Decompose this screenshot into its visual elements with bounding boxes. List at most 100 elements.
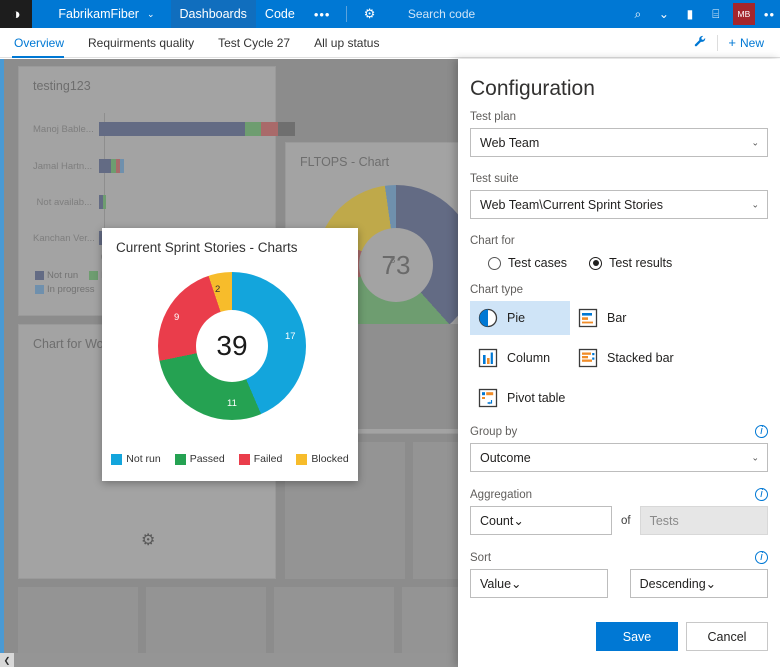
bar-row: Kanchan Ver... <box>33 231 105 245</box>
briefcase-icon[interactable]: ▮ <box>677 0 703 28</box>
feedback-icon[interactable]: ⌸ <box>703 0 729 28</box>
fltops-donut-hole: 73 <box>359 228 433 302</box>
gear-icon: ⚙ <box>141 530 155 550</box>
panel-title: Configuration <box>470 77 768 111</box>
donut-slice-label-not-run: 17 <box>285 331 296 342</box>
search-icon[interactable]: ⌕ <box>625 0 651 28</box>
legend-item-blocked[interactable]: Blocked <box>296 453 348 465</box>
info-icon[interactable]: i <box>755 551 768 564</box>
radio-test-results[interactable]: Test results <box>589 256 672 270</box>
bar-row: Not availab... <box>33 195 106 209</box>
bar-row-label: Manoj Bable... <box>33 124 99 135</box>
search-chevron-down-icon[interactable]: ⌄ <box>651 0 677 28</box>
chevron-down-icon: ⌄ <box>706 576 716 591</box>
test-plan-select[interactable]: Web Team ⌄ <box>470 128 768 157</box>
legend-swatch <box>296 454 307 465</box>
chart-type-stacked-bar[interactable]: Stacked bar <box>570 341 710 375</box>
legend-label: Passed <box>190 453 225 465</box>
chart-type-label: Chart type <box>470 284 768 296</box>
topnav-item-code[interactable]: Code <box>256 0 304 28</box>
legend-item: Not run <box>35 270 78 281</box>
plus-icon: + <box>728 35 740 50</box>
legend-item-not-run[interactable]: Not run <box>111 453 160 465</box>
bar-segment-failed <box>261 122 278 136</box>
dashboard-tile-empty[interactable] <box>18 587 138 653</box>
sort-label-row: Sort i <box>470 551 768 564</box>
organization-name[interactable]: FabrikamFiber <box>32 0 147 28</box>
fltops-center-value: 73 <box>382 250 411 281</box>
aggregation-row: Count ⌄ of Tests <box>470 506 768 535</box>
donut-slice-label-failed: 9 <box>174 312 179 323</box>
dashboard-tile-empty[interactable] <box>413 442 458 579</box>
group-by-select[interactable]: Outcome ⌄ <box>470 443 768 472</box>
info-icon[interactable]: i <box>755 488 768 501</box>
stacked-bar-icon <box>577 347 599 369</box>
tab-test-cycle-27[interactable]: Test Cycle 27 <box>206 28 302 58</box>
pie-icon <box>477 307 499 329</box>
aggregation-label-row: Aggregation i <box>470 488 768 501</box>
search-input[interactable] <box>406 0 625 28</box>
chart-type-pie[interactable]: Pie <box>470 301 570 335</box>
info-icon[interactable]: i <box>755 425 768 438</box>
radio-test-cases[interactable]: Test cases <box>488 256 567 270</box>
test-suite-label: Test suite <box>470 173 768 185</box>
topnav-item-dashboards[interactable]: Dashboards <box>171 0 256 28</box>
tab-all-up-status[interactable]: All up status <box>302 28 391 58</box>
horizontal-scrollbar[interactable]: ❮ <box>0 653 458 667</box>
scrollbar-thumb[interactable] <box>14 653 458 667</box>
cancel-button[interactable]: Cancel <box>686 622 768 651</box>
chevron-down-icon[interactable]: ⌄ <box>147 9 171 20</box>
sort-direction-value: Descending <box>640 577 706 591</box>
product-logo[interactable]: ◑ <box>0 0 32 28</box>
group-by-value: Outcome <box>480 451 531 465</box>
radio-label: Test results <box>609 256 672 270</box>
app-root: ◑ FabrikamFiber ⌄ Dashboards Code ••• ⚙ … <box>0 0 780 667</box>
dashboard-tab-bar: Overview Requirments quality Test Cycle … <box>0 28 780 58</box>
wrench-icon[interactable] <box>684 35 717 51</box>
scroll-left-icon[interactable]: ❮ <box>0 653 14 667</box>
avatar[interactable]: MB <box>733 3 755 25</box>
chart-type-options: Pie Bar <box>470 301 768 421</box>
test-suite-select[interactable]: Web Team\Current Sprint Stories ⌄ <box>470 190 768 219</box>
sort-direction-select[interactable]: Descending ⌄ <box>630 569 768 598</box>
new-button[interactable]: +New <box>718 35 772 50</box>
dashboard-tile-empty[interactable] <box>402 587 458 653</box>
bar-segment-in-progress <box>120 159 124 173</box>
canvas-left-rail <box>0 59 4 667</box>
gear-icon[interactable]: ⚙ <box>353 0 385 28</box>
donut-chart: 39 17 11 9 2 <box>102 228 358 481</box>
chart-type-label-text: Bar <box>607 311 626 325</box>
tab-requirements-quality[interactable]: Requirments quality <box>76 28 206 58</box>
chart-type-pivot-table[interactable]: Pivot table <box>470 381 610 415</box>
dashboard-tile-empty[interactable] <box>146 587 266 653</box>
sort-field-select[interactable]: Value ⌄ <box>470 569 608 598</box>
topnav-overflow-icon[interactable]: ••• <box>304 7 341 22</box>
sort-field-value: Value <box>480 577 511 591</box>
tab-overview[interactable]: Overview <box>0 28 76 58</box>
legend-swatch <box>239 454 250 465</box>
legend-item-passed[interactable]: Passed <box>175 453 225 465</box>
column-icon <box>477 347 499 369</box>
chart-type-column[interactable]: Column <box>470 341 570 375</box>
widget-testing123-title: testing123 <box>19 67 275 93</box>
legend-swatch <box>175 454 186 465</box>
aggregation-select[interactable]: Count ⌄ <box>470 506 612 535</box>
chart-type-label-text: Stacked bar <box>607 351 674 365</box>
legend-swatch <box>89 271 98 280</box>
chart-preview-popup: Current Sprint Stories - Charts 39 17 11… <box>102 228 358 481</box>
bar-row-label: Jamal Hartn... <box>33 161 99 172</box>
configuration-panel-body: Configuration Test plan Web Team ⌄ Test … <box>458 59 780 667</box>
dashboard-tile-empty[interactable] <box>274 587 394 653</box>
legend-item-failed[interactable]: Failed <box>239 453 283 465</box>
bar-segment-blocked <box>278 122 295 136</box>
bar-track <box>99 195 106 209</box>
save-button[interactable]: Save <box>596 622 678 651</box>
chart-type-bar[interactable]: Bar <box>570 301 670 335</box>
topbar-more-icon[interactable]: •• <box>759 7 780 22</box>
donut-slice-label-blocked: 2 <box>215 284 220 295</box>
chevron-down-icon: ⌄ <box>751 137 759 148</box>
test-suite-value: Web Team\Current Sprint Stories <box>480 198 663 212</box>
legend-swatch <box>35 285 44 294</box>
aggregation-target-field: Tests <box>640 506 768 535</box>
chart-for-radio-group: Test cases Test results <box>470 252 768 284</box>
